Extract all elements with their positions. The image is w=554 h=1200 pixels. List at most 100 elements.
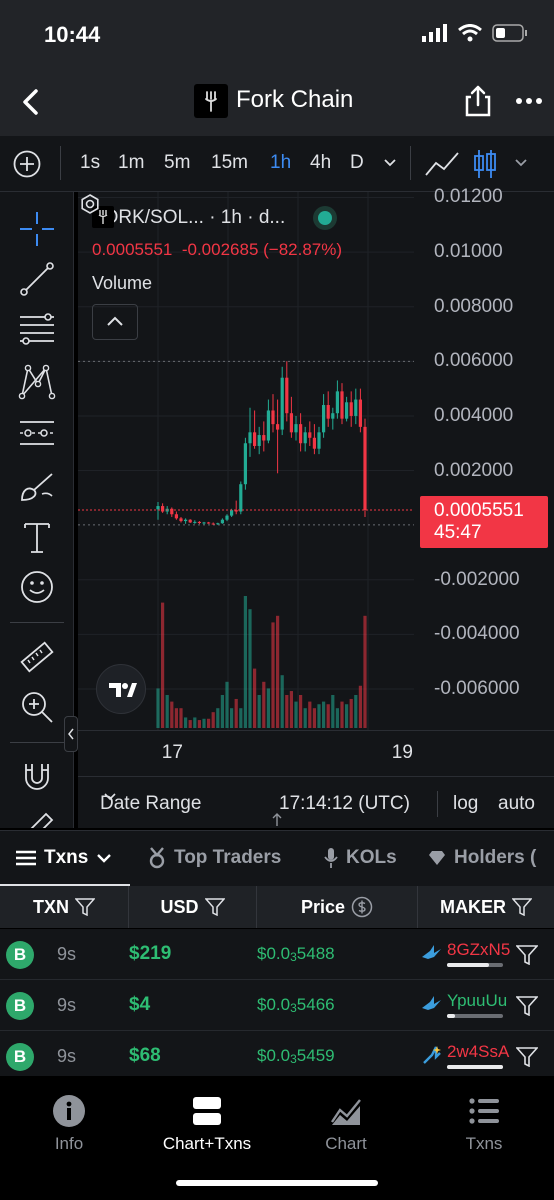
candle-body bbox=[184, 519, 188, 522]
price-chart[interactable]: FORK/SOL... · 1h · d... 0.0005551 -0.002… bbox=[78, 186, 554, 828]
crosshair-icon[interactable] bbox=[18, 210, 56, 248]
txn-age: 9s bbox=[57, 1046, 77, 1066]
zoom-in-icon[interactable] bbox=[18, 688, 56, 726]
buy-badge: B bbox=[6, 941, 34, 969]
share-icon[interactable] bbox=[462, 84, 494, 118]
interval-15m[interactable]: 15m bbox=[211, 152, 248, 174]
date-range-button[interactable]: Date Range bbox=[100, 793, 201, 815]
maker-address[interactable]: 2w4SsA bbox=[447, 1042, 509, 1062]
prediction-icon[interactable] bbox=[18, 414, 56, 452]
y-tick-label: -0.002000 bbox=[434, 568, 520, 590]
add-indicator-icon[interactable] bbox=[12, 149, 42, 179]
maker-holding-bar bbox=[447, 1065, 503, 1069]
brush-icon[interactable] bbox=[18, 466, 56, 504]
filter-icon[interactable] bbox=[516, 996, 538, 1016]
live-indicator bbox=[313, 206, 338, 230]
tab-txns[interactable]: Txns bbox=[16, 847, 112, 869]
nav-label: Info bbox=[54, 1134, 84, 1153]
col-price[interactable]: Price bbox=[257, 886, 418, 928]
auto-scale-toggle[interactable]: auto bbox=[498, 793, 535, 815]
maker-address[interactable]: 8GZxN5 bbox=[447, 940, 510, 960]
candle-body bbox=[230, 510, 234, 516]
volume-bar bbox=[299, 695, 303, 728]
candle-body bbox=[345, 402, 349, 419]
line-chart-icon[interactable] bbox=[424, 149, 460, 179]
interval-d[interactable]: D bbox=[350, 152, 364, 174]
maker-holding-bar bbox=[447, 963, 503, 967]
table-row[interactable]: B 9s $4 $0.035466 YpuuUu bbox=[0, 980, 554, 1031]
home-indicator bbox=[176, 1180, 378, 1186]
settings-gear-icon[interactable] bbox=[78, 192, 102, 216]
candle-body bbox=[266, 410, 270, 441]
price-zeros: 3 bbox=[290, 1052, 297, 1066]
tab-label: Top Traders bbox=[174, 847, 282, 868]
tab-top-traders[interactable]: Top Traders bbox=[148, 847, 281, 869]
nav-info[interactable]: Info bbox=[0, 1094, 138, 1154]
candle-body bbox=[271, 410, 275, 425]
volume-bar bbox=[248, 609, 252, 728]
table-row[interactable]: B 9s $219 $0.035488 8GZxN5 bbox=[0, 929, 554, 980]
col-maker[interactable]: MAKER bbox=[418, 886, 554, 928]
interval-1h[interactable]: 1h bbox=[270, 152, 291, 174]
chevron-down-icon[interactable] bbox=[514, 158, 528, 168]
filter-icon[interactable] bbox=[516, 1047, 538, 1067]
fib-retracement-icon[interactable] bbox=[18, 310, 56, 348]
text-tool-icon[interactable] bbox=[18, 518, 56, 556]
candle-body bbox=[312, 437, 316, 449]
col-txn[interactable]: TXN bbox=[0, 886, 129, 928]
chevron-left-icon bbox=[68, 728, 74, 740]
volume-bar bbox=[239, 708, 243, 728]
symbol-label: FORK/SOL... · 1h · d... bbox=[92, 207, 286, 228]
volume-collapse-button[interactable] bbox=[92, 304, 138, 340]
trend-line-icon[interactable] bbox=[18, 260, 56, 298]
ruler-icon[interactable] bbox=[18, 638, 56, 676]
tab-holders[interactable]: Holders ( bbox=[428, 847, 536, 869]
candle-body bbox=[303, 432, 307, 444]
tab-label: KOLs bbox=[346, 847, 397, 868]
collapse-tools-tab[interactable] bbox=[64, 716, 78, 752]
nav-label: Txns bbox=[465, 1134, 503, 1153]
price-digits: 5488 bbox=[296, 944, 335, 963]
y-tick-label: -0.004000 bbox=[434, 623, 520, 645]
back-icon[interactable] bbox=[14, 84, 50, 120]
volume-bar bbox=[262, 681, 266, 728]
interval-5m[interactable]: 5m bbox=[164, 152, 190, 174]
dollar-circle-icon bbox=[351, 896, 373, 918]
emoji-icon[interactable] bbox=[18, 568, 56, 606]
pencil-lock-icon[interactable] bbox=[18, 810, 56, 828]
maker-address[interactable]: YpuuUu bbox=[447, 991, 507, 1011]
col-usd[interactable]: USD bbox=[129, 886, 257, 928]
filter-icon[interactable] bbox=[516, 945, 538, 965]
candle-body bbox=[202, 522, 206, 524]
volume-bar bbox=[165, 695, 169, 728]
candle-body bbox=[211, 523, 215, 525]
candles-icon[interactable] bbox=[472, 148, 498, 180]
candle-body bbox=[197, 521, 201, 523]
col-label: Price bbox=[300, 896, 346, 917]
candle-body bbox=[285, 377, 289, 414]
interval-4h[interactable]: 4h bbox=[310, 152, 331, 174]
pattern-icon[interactable] bbox=[18, 362, 56, 400]
chevron-down-icon[interactable] bbox=[383, 158, 397, 168]
utc-time[interactable]: 17:14:12 (UTC) bbox=[279, 793, 410, 815]
y-tick-label: -0.006000 bbox=[434, 678, 520, 700]
info-icon bbox=[53, 1095, 85, 1127]
interval-1s[interactable]: 1s bbox=[80, 152, 100, 174]
chart-bottom-bar: Date Range 17:14:12 (UTC) log auto bbox=[78, 776, 554, 828]
log-scale-toggle[interactable]: log bbox=[453, 793, 478, 815]
nav-chart[interactable]: Chart bbox=[277, 1094, 415, 1154]
volume-bar bbox=[193, 717, 197, 728]
nav-chart-txns[interactable]: Chart+Txns bbox=[138, 1094, 276, 1154]
candle-body bbox=[340, 391, 344, 419]
table-row[interactable]: B 9s $68 $0.035459 2w4SsA bbox=[0, 1031, 554, 1082]
interval-1m[interactable]: 1m bbox=[118, 152, 144, 174]
more-icon[interactable] bbox=[514, 86, 544, 116]
nav-txns[interactable]: Txns bbox=[415, 1094, 553, 1154]
magnet-icon[interactable] bbox=[18, 758, 56, 796]
volume-bar bbox=[156, 688, 160, 728]
y-tick-label: 0.008000 bbox=[434, 295, 514, 317]
col-label: TXN bbox=[33, 896, 69, 917]
volume-bar bbox=[354, 695, 358, 728]
tab-kols[interactable]: KOLs bbox=[324, 847, 397, 869]
tool-divider bbox=[10, 622, 64, 623]
